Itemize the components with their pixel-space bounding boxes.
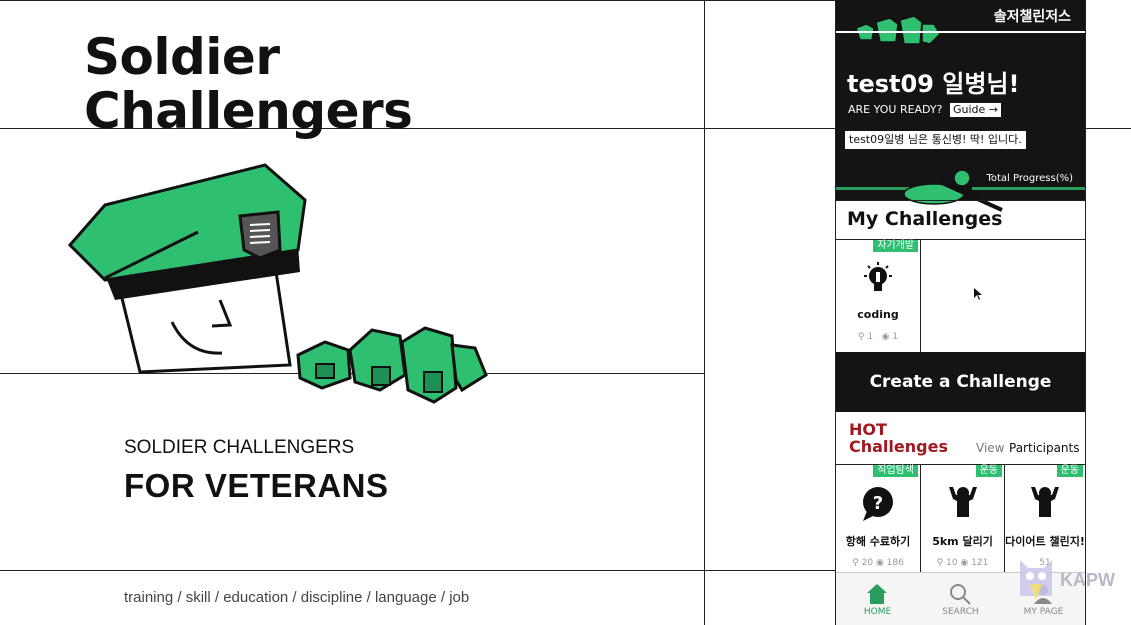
views-count: 186 [886, 558, 904, 568]
ready-row: ARE YOU READY? Guide → [848, 103, 1001, 117]
question-bubble-icon: ? [836, 485, 920, 523]
search-icon [950, 584, 971, 605]
brand-title-line1: Soldier [84, 28, 280, 86]
header-divider [836, 31, 1085, 33]
views-icon: ◉ [875, 558, 884, 568]
views-count: 121 [971, 558, 989, 568]
hot-challenges-title: HOT Challenges [849, 421, 948, 455]
my-challenges-grid: 자기개발 coding ⚲ 1 ◉ 1 [836, 240, 1085, 352]
nav-my-page-label: MY PAGE [1023, 607, 1064, 617]
my-challenges-title: My Challenges [836, 200, 1085, 240]
svg-text:?: ? [873, 493, 883, 514]
sort-view-option[interactable]: View [976, 441, 1004, 455]
guide-button[interactable]: Guide → [949, 103, 1001, 117]
challenge-name: 다이어트 챌린지! [1005, 535, 1085, 548]
views-icon: ◉ [960, 558, 969, 568]
nav-search[interactable]: SEARCH [919, 573, 1002, 625]
grid-line [0, 570, 835, 571]
ready-text: ARE YOU READY? [848, 103, 943, 116]
soldier-mascot-illustration [67, 163, 488, 404]
challenge-stats: ⚲ 1 ◉ 1 [836, 332, 920, 342]
category-badge: 운동 [975, 465, 1002, 477]
hot-title-line1: HOT [849, 420, 887, 439]
strongman-icon [921, 483, 1004, 523]
category-badge: 자기개발 [873, 240, 918, 252]
kapw-watermark: KAPW [1016, 554, 1131, 606]
category-badge: 직업탐색 [873, 465, 918, 477]
fists-logo-icon [855, 15, 941, 45]
views-icon: ◉ [881, 332, 890, 342]
participants-count: 10 [946, 558, 958, 568]
participants-count: 1 [867, 332, 874, 342]
brand-subtitle-small: SOLDIER CHALLENGERS [124, 437, 355, 458]
brand-tags: training / skill / education / disciplin… [124, 589, 470, 606]
hot-challenge-card[interactable]: 직업탐색 ? 항해 수료하기 ⚲ 20 ◉ 186 [836, 465, 921, 573]
category-badge: 운동 [1056, 465, 1083, 477]
create-challenge-button[interactable]: Create a Challenge [836, 352, 1085, 412]
brand-title-line2: Challengers [84, 82, 413, 140]
grid-line [1084, 128, 1131, 129]
mouse-cursor-icon [974, 288, 982, 300]
hot-challenge-card[interactable]: 운동 5km 달리기 ⚲ 10 ◉ 121 [921, 465, 1005, 573]
grid-line [0, 0, 835, 1]
watermark-text: KAPW [1060, 570, 1115, 590]
nav-home[interactable]: HOME [836, 573, 919, 625]
participants-icon: ⚲ [936, 558, 944, 568]
sort-participants-option[interactable]: Participants [1009, 441, 1080, 455]
challenge-name: 5km 달리기 [932, 535, 993, 548]
nav-home-label: HOME [863, 607, 892, 617]
challenge-stats: ⚲ 10 ◉ 121 [921, 558, 1004, 568]
participants-count: 20 [861, 558, 874, 568]
challenge-stats: ⚲ 20 ◉ 186 [836, 558, 920, 568]
views-count: 1 [892, 332, 899, 342]
role-message: test09일병 님은 통신병! 딱! 입니다. [845, 131, 1026, 149]
challenge-name: coding [857, 308, 899, 321]
lightbulb-icon [836, 262, 920, 296]
hot-challenges-header: HOT Challenges View Participants [836, 412, 1085, 465]
home-icon [867, 584, 887, 604]
grid-line [704, 0, 705, 625]
user-greeting: test09 일병님! [847, 70, 1020, 98]
brand-subtitle-big: FOR VETERANS [124, 467, 389, 504]
strongman-icon [1005, 483, 1085, 523]
participants-icon: ⚲ [852, 558, 859, 568]
app-title: 솔저챌린저스 [993, 9, 1071, 25]
hot-title-line2: Challenges [849, 437, 948, 456]
mobile-app-screen: 솔저챌린저스 test09 일병님! ARE YOU READY? Guide … [835, 0, 1086, 625]
participants-icon: ⚲ [857, 332, 865, 342]
my-challenge-card[interactable]: 자기개발 coding ⚲ 1 ◉ 1 [836, 240, 921, 352]
challenge-name: 항해 수료하기 [845, 535, 911, 548]
nav-search-label: SEARCH [942, 607, 979, 617]
brand-title: Soldier Challengers [84, 28, 413, 140]
owl-logo-icon [1020, 560, 1052, 600]
